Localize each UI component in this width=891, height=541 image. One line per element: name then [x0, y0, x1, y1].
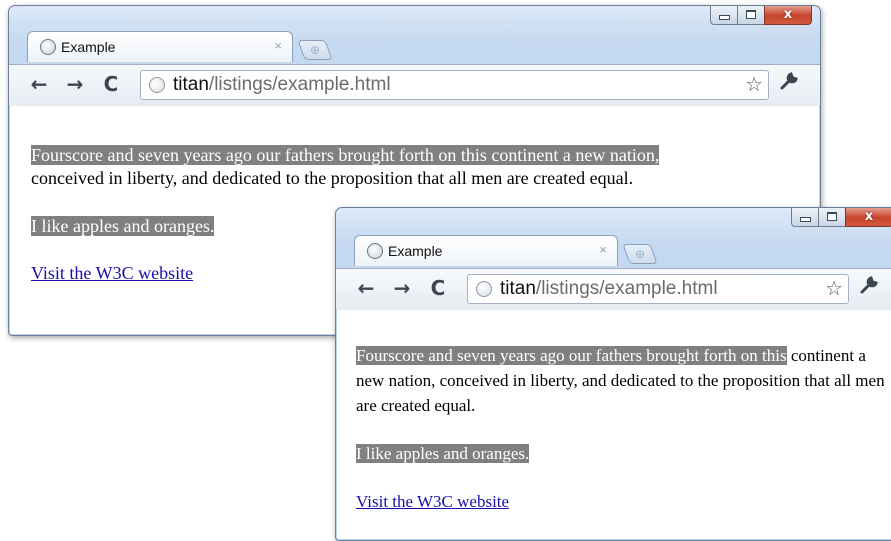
link-line: Visit the W3C website — [31, 263, 193, 284]
url-text: titan/listings/example.html — [500, 278, 718, 300]
star-icon[interactable]: ☆ — [745, 72, 763, 97]
page-icon — [476, 281, 492, 297]
forward-button[interactable]: → — [63, 72, 87, 96]
reload-button[interactable]: C — [99, 72, 123, 96]
tab-example[interactable]: Example × — [354, 235, 618, 266]
minimize-button[interactable] — [710, 6, 738, 25]
address-bar[interactable]: titan/listings/example.html ☆ — [140, 70, 769, 100]
browser-window-narrow: x Example × ⊕ ← → C titan/listings/examp… — [335, 207, 891, 541]
tab-example[interactable]: Example × — [27, 31, 293, 62]
minimize-button[interactable] — [791, 208, 819, 227]
page-content: Fourscore and seven years ago our father… — [337, 310, 891, 539]
paragraph: Fourscore and seven years ago our father… — [356, 343, 891, 418]
paragraph-text: conceived in liberty, and dedicated to t… — [31, 168, 634, 188]
wrench-glyph — [780, 72, 798, 90]
back-button[interactable]: ← — [354, 276, 378, 300]
highlighted-text: Fourscore and seven years ago our father… — [356, 346, 787, 365]
star-icon[interactable]: ☆ — [825, 276, 843, 301]
close-icon: x — [864, 209, 874, 224]
tab-close-icon[interactable]: × — [599, 242, 607, 257]
new-tab-icon: ⊕ — [634, 247, 646, 261]
maximize-icon — [746, 10, 756, 19]
highlighted-text: Fourscore and seven years ago our father… — [31, 145, 660, 165]
globe-icon — [40, 39, 56, 55]
close-button[interactable]: x — [764, 6, 812, 25]
url-text: titan/listings/example.html — [173, 74, 391, 96]
new-tab-button[interactable]: ⊕ — [297, 40, 333, 60]
window-controls: x — [710, 6, 812, 25]
close-button[interactable]: x — [845, 208, 891, 227]
link-line: Visit the W3C website — [356, 492, 509, 512]
new-tab-icon: ⊕ — [309, 43, 321, 57]
tab-title: Example — [388, 243, 443, 259]
tab-strip: Example × ⊕ — [336, 232, 891, 266]
url-path: /listings/example.html — [208, 74, 391, 95]
apples-line: I like apples and oranges. — [31, 216, 215, 237]
url-host: titan — [500, 278, 536, 299]
globe-icon — [367, 243, 383, 259]
apples-line: I like apples and oranges. — [356, 444, 530, 464]
url-host: titan — [173, 74, 209, 95]
apples-highlight: I like apples and oranges. — [31, 216, 215, 236]
tab-close-icon[interactable]: × — [274, 38, 282, 53]
wrench-glyph — [860, 276, 878, 294]
wrench-icon[interactable] — [779, 71, 799, 97]
reload-button[interactable]: C — [426, 276, 450, 300]
maximize-button[interactable] — [818, 208, 846, 227]
paragraph: Fourscore and seven years ago our father… — [31, 144, 660, 190]
new-tab-button[interactable]: ⊕ — [622, 244, 658, 264]
minimize-icon — [718, 15, 730, 20]
tab-title: Example — [61, 39, 116, 55]
tab-strip: Example × ⊕ — [9, 28, 820, 62]
maximize-button[interactable] — [737, 6, 765, 25]
forward-button[interactable]: → — [390, 276, 414, 300]
w3c-link[interactable]: Visit the W3C website — [31, 263, 193, 283]
url-path: /listings/example.html — [535, 278, 718, 299]
w3c-link[interactable]: Visit the W3C website — [356, 492, 509, 511]
window-controls: x — [791, 208, 891, 227]
back-button[interactable]: ← — [27, 72, 51, 96]
page-icon — [149, 77, 165, 93]
minimize-icon — [799, 217, 811, 222]
maximize-icon — [827, 212, 837, 221]
address-bar[interactable]: titan/listings/example.html ☆ — [467, 274, 849, 304]
close-icon: x — [783, 7, 793, 22]
wrench-icon[interactable] — [859, 275, 879, 301]
browser-toolbar: ← → C titan/listings/example.html ☆ — [336, 268, 891, 311]
browser-toolbar: ← → C titan/listings/example.html ☆ — [9, 64, 820, 107]
apples-highlight: I like apples and oranges. — [356, 444, 530, 463]
